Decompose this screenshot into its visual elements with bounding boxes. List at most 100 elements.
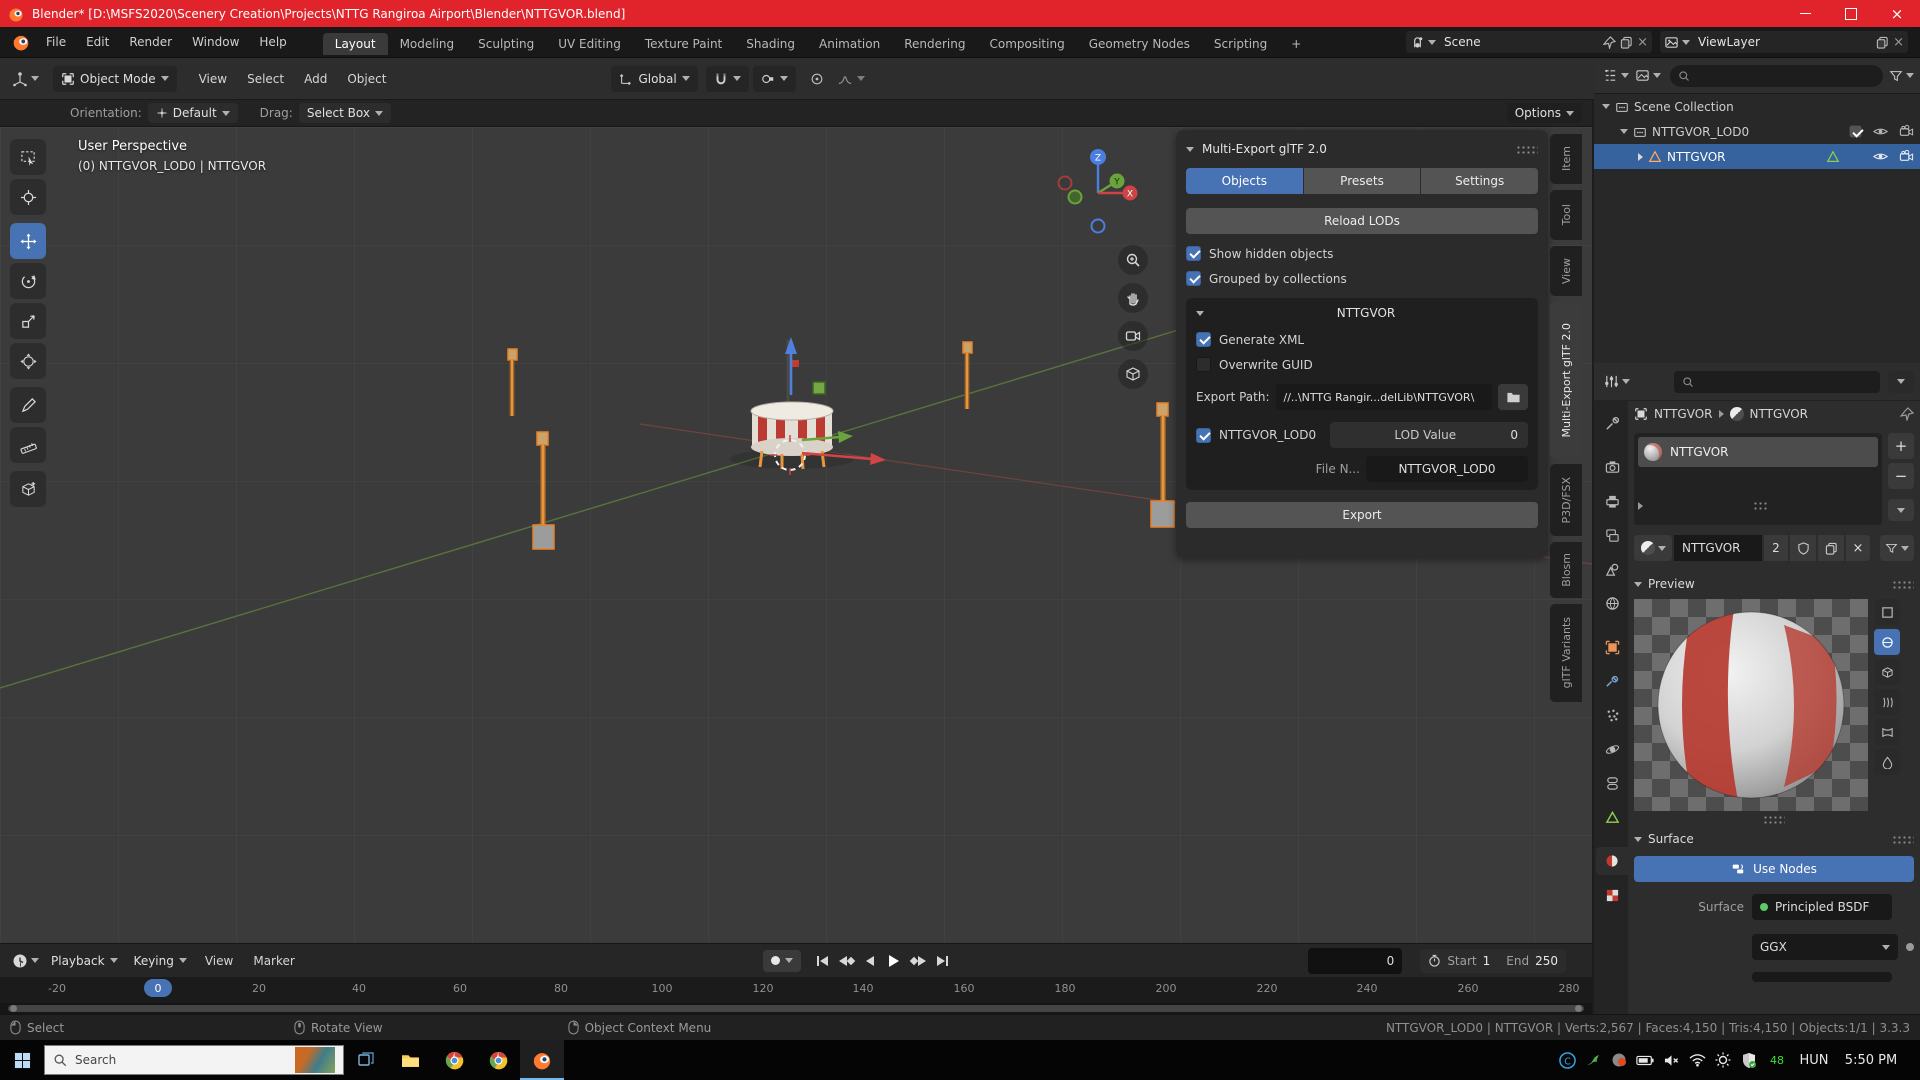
menu-view[interactable]: View [189, 72, 237, 86]
tab-settings[interactable]: Settings [1421, 168, 1538, 194]
viewlayer-browse-icon[interactable] [1664, 35, 1690, 50]
file-explorer-icon[interactable] [388, 1040, 432, 1080]
add-slot-button[interactable]: + [1888, 433, 1914, 459]
panel-grip[interactable] [1516, 145, 1538, 154]
clock[interactable]: 5:50 PM [1836, 1040, 1906, 1080]
scene-name[interactable]: Scene [1444, 35, 1481, 49]
scrollbar-right-handle[interactable] [1575, 1005, 1582, 1012]
start-button[interactable] [0, 1040, 44, 1080]
task-view-icon[interactable] [344, 1040, 388, 1080]
gizmo-x-arrow[interactable] [870, 453, 886, 465]
gizmo-axis-y-neg[interactable] [1069, 191, 1082, 204]
menu-render[interactable]: Render [119, 31, 182, 53]
disable-render-camera-icon[interactable] [1899, 124, 1914, 139]
menu-window[interactable]: Window [182, 31, 249, 53]
tab-modifiers-icon[interactable] [1597, 667, 1627, 695]
preview-cube-button[interactable] [1874, 659, 1900, 685]
sidetab-item[interactable]: Item [1550, 134, 1582, 184]
pin-id-icon[interactable] [1900, 407, 1914, 421]
pole-object-1[interactable] [508, 349, 517, 416]
playback-menu[interactable]: Playback [43, 948, 126, 974]
workspace-tab-animation[interactable]: Animation [807, 33, 892, 55]
tray-app1-icon[interactable]: C [1554, 1040, 1580, 1080]
tab-constraints-icon[interactable] [1597, 769, 1627, 797]
auto-keying-button[interactable] [763, 950, 801, 972]
workspace-tab-shading[interactable]: Shading [734, 33, 807, 55]
preview-flat-button[interactable] [1874, 599, 1900, 625]
menu-object[interactable]: Object [337, 72, 396, 86]
users-count-button[interactable]: 2 [1764, 535, 1788, 561]
file-name-field[interactable]: NTTGVOR_LOD0 [1366, 456, 1528, 482]
file-browse-button[interactable] [1498, 384, 1528, 410]
slot-list-grip[interactable] [1753, 501, 1769, 510]
clipped-field[interactable] [1752, 972, 1892, 982]
tab-texture-icon[interactable] [1597, 881, 1627, 909]
tab-render-icon[interactable] [1597, 453, 1627, 481]
tab-material-icon[interactable] [1596, 847, 1628, 875]
current-frame-field[interactable]: 0 [1308, 948, 1402, 974]
language-indicator[interactable]: HUN [1792, 1040, 1836, 1080]
tray-wifi-icon[interactable] [1684, 1040, 1710, 1080]
tray-gpu-temp[interactable]: 48 [1762, 1040, 1792, 1080]
taskbar-search-box[interactable]: Search [44, 1045, 344, 1075]
chrome-profile2-icon[interactable] [476, 1040, 520, 1080]
minimize-button[interactable] [1782, 0, 1828, 27]
generate-xml-checkbox[interactable] [1196, 332, 1211, 347]
preview-grip[interactable] [1892, 580, 1914, 589]
tab-viewlayer-icon[interactable] [1597, 521, 1627, 549]
show-hidden-row[interactable]: Show hidden objects [1186, 246, 1538, 261]
new-viewlayer-icon[interactable] [1876, 36, 1889, 49]
export-button[interactable]: Export [1186, 502, 1538, 528]
tool-measure[interactable] [10, 427, 46, 463]
tab-tool-icon[interactable] [1597, 409, 1627, 437]
material-name-field[interactable]: NTTGVOR [1674, 535, 1762, 561]
stopwatch-icon[interactable] [1428, 954, 1441, 967]
menu-add[interactable]: Add [294, 72, 337, 86]
keying-menu[interactable]: Keying [126, 948, 195, 974]
options-button[interactable]: Options [1507, 103, 1582, 123]
workspace-tab-uv-editing[interactable]: UV Editing [546, 33, 633, 55]
snap-target-selector[interactable] [753, 66, 796, 92]
jump-to-end-button[interactable] [931, 951, 953, 971]
new-scene-icon[interactable] [1620, 36, 1633, 49]
show-hidden-checkbox[interactable] [1186, 246, 1201, 261]
workspace-tab-modeling[interactable]: Modeling [388, 33, 467, 55]
search-highlight-thumbnail[interactable] [295, 1047, 335, 1073]
tab-particles-icon[interactable] [1597, 701, 1627, 729]
add-workspace-button[interactable]: + [1279, 33, 1313, 55]
surface-section-header[interactable]: Surface [1634, 832, 1914, 846]
workspace-tab-scripting[interactable]: Scripting [1202, 33, 1279, 55]
viewlayer-exclude-checkbox[interactable] [1849, 125, 1862, 138]
tab-presets[interactable]: Presets [1304, 168, 1421, 194]
overwrite-guid-checkbox[interactable] [1196, 357, 1211, 372]
gizmo-y-arrow[interactable] [838, 431, 853, 443]
workspace-tab-compositing[interactable]: Compositing [977, 33, 1076, 55]
surface-grip[interactable] [1892, 835, 1914, 844]
tool-add-primitive[interactable] [10, 471, 46, 507]
sidetab-gltf-variants[interactable]: glTF Variants [1550, 604, 1582, 702]
menu-edit[interactable]: Edit [76, 31, 119, 53]
lod-value-field[interactable]: LOD Value 0 [1330, 422, 1528, 448]
surface-shader-field[interactable]: Principled BSDF [1752, 894, 1892, 920]
sidetab-blosm[interactable]: Blosm [1550, 542, 1582, 598]
expand-caret-icon[interactable] [1602, 104, 1610, 109]
expand-caret-icon[interactable] [1620, 129, 1628, 134]
workspace-tab-geometry-nodes[interactable]: Geometry Nodes [1077, 33, 1202, 55]
workspace-tab-layout[interactable]: Layout [323, 33, 388, 55]
tab-object-data-icon[interactable] [1597, 803, 1627, 831]
next-keyframe-button[interactable] [907, 951, 929, 971]
export-path-field[interactable]: //..\NTTG Rangir...delLib\NTTGVOR\ [1276, 384, 1493, 410]
tray-brightness-icon[interactable] [1710, 1040, 1736, 1080]
overwrite-guid-row[interactable]: Overwrite GUID [1196, 357, 1528, 372]
blender-menu-icon[interactable] [12, 33, 30, 51]
pole-object-3[interactable] [963, 342, 972, 409]
start-value[interactable]: 1 [1483, 954, 1491, 968]
hide-eye-icon[interactable] [1873, 124, 1888, 139]
decorator-dot[interactable] [1906, 943, 1914, 951]
tab-physics-icon[interactable] [1597, 735, 1627, 763]
orientation-setting-selector[interactable]: Default [148, 103, 238, 123]
proportional-editing-toggle[interactable] [804, 66, 830, 92]
perspective-toggle-icon[interactable] [1118, 359, 1148, 389]
grouped-checkbox[interactable] [1186, 271, 1201, 286]
preview-hair-button[interactable] [1874, 689, 1900, 715]
